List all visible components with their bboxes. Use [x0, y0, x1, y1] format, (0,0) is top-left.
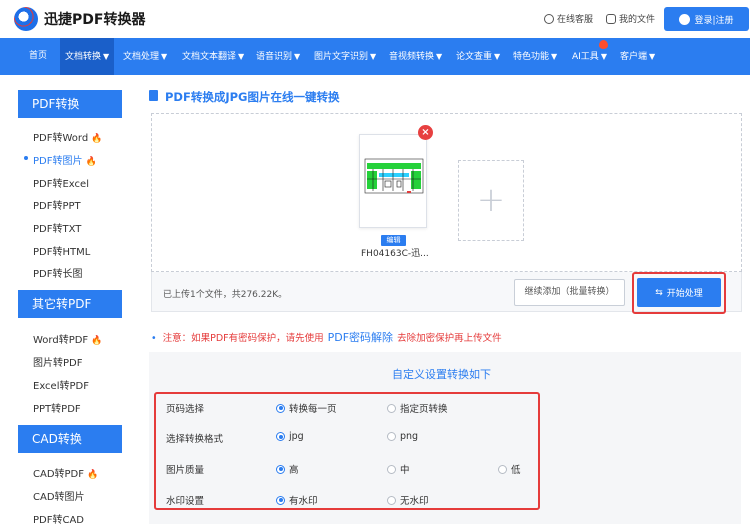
- settings-highlight: [154, 392, 540, 510]
- pdf-unlock-link[interactable]: PDF密码解除: [328, 331, 393, 344]
- chevron-down-icon: ▼: [370, 52, 377, 61]
- fire-icon: 🔥: [87, 470, 99, 480]
- remove-file-button[interactable]: ×: [418, 125, 433, 140]
- nav-doc-convert[interactable]: 文档转换 ▼: [60, 38, 115, 75]
- start-process-button[interactable]: ⇆ 开始处理: [637, 278, 721, 307]
- nav-doc-translate[interactable]: 文档文本翻译 ▼: [182, 38, 244, 75]
- sidebar-item-excel-pdf[interactable]: Excel转PDF: [33, 377, 89, 392]
- document-icon: [149, 90, 158, 101]
- file-name: FH04163C-迅...: [361, 249, 429, 259]
- radio-jpg[interactable]: jpg: [276, 431, 304, 442]
- fire-icon: 🔥: [91, 134, 103, 144]
- sidebar-item-pdf-image[interactable]: PDF转图片 🔥: [33, 152, 97, 167]
- radio-selected-icon: [276, 432, 285, 441]
- sidebar-item-pdf-excel[interactable]: PDF转Excel: [33, 175, 89, 190]
- login-label: 登录|注册: [694, 15, 734, 26]
- sidebar-item-word-pdf[interactable]: Word转PDF 🔥: [33, 331, 102, 346]
- continue-add-button[interactable]: 继续添加（批量转换）: [514, 279, 625, 306]
- nav-client[interactable]: 客户端 ▼: [620, 38, 655, 75]
- login-button[interactable]: 登录|注册: [664, 7, 749, 31]
- upload-status: 已上传1个文件，共276.22K。: [163, 290, 288, 300]
- edit-file-button[interactable]: 编辑: [381, 235, 406, 246]
- sidebar-item-pdf-html[interactable]: PDF转HTML: [33, 243, 90, 258]
- main-nav: 首页 文档转换 ▼ 文档处理 ▼ 文档文本翻译 ▼ 语音识别 ▼ 图片文字识别 ▼ 音视频…: [0, 38, 750, 86]
- fire-icon: 🔥: [91, 336, 103, 346]
- radio-quality-medium[interactable]: 中: [387, 462, 410, 476]
- sidebar-section-to-pdf: 其它转PDF: [18, 290, 122, 318]
- radio-selected-icon: [276, 464, 285, 474]
- radio-png[interactable]: png: [387, 431, 418, 442]
- upload-drop-zone[interactable]: [151, 113, 742, 272]
- quality-label: 图片质量: [166, 465, 205, 476]
- radio-selected-icon: [276, 403, 285, 413]
- chevron-down-icon: ▼: [551, 52, 558, 61]
- radio-with-watermark[interactable]: 有水印: [276, 493, 318, 507]
- logo-icon: [14, 7, 38, 31]
- sidebar-item-pdf-longimage[interactable]: PDF转长图: [33, 265, 82, 280]
- fire-icon: 🔥: [85, 157, 97, 167]
- plus-icon: +: [476, 180, 506, 220]
- start-process-label: 开始处理: [666, 289, 703, 299]
- chevron-down-icon: ▼: [161, 52, 168, 61]
- chevron-down-icon: ▼: [436, 52, 443, 61]
- customer-service-link[interactable]: 在线客服: [544, 12, 593, 25]
- headset-icon: [544, 13, 554, 24]
- my-files-label: 我的文件: [619, 15, 656, 25]
- brand-name: 迅捷PDF转换器: [44, 12, 146, 28]
- sidebar-item-pdf-ppt[interactable]: PDF转PPT: [33, 197, 81, 212]
- radio-selected-icon: [276, 495, 285, 505]
- radio-specific-pages[interactable]: 指定页转换: [387, 401, 448, 415]
- file-icon: [606, 13, 616, 24]
- radio-no-watermark[interactable]: 无水印: [387, 493, 429, 507]
- password-notice: • 注意：如果PDF有密码保护，请先使用 PDF密码解除 去除加密保护再上传文件: [151, 331, 502, 344]
- format-label: 选择转换格式: [166, 434, 224, 445]
- fire-icon: [599, 40, 608, 49]
- chevron-down-icon: ▼: [494, 52, 501, 61]
- radio-empty-icon: [387, 495, 396, 505]
- sidebar-section-pdf-convert: PDF转换: [18, 90, 122, 118]
- sidebar-item-image-pdf[interactable]: 图片转PDF: [33, 354, 82, 369]
- sidebar-item-ppt-pdf[interactable]: PPT转PDF: [33, 400, 81, 415]
- sidebar-item-pdf-txt[interactable]: PDF转TXT: [33, 220, 81, 235]
- settings-title: 自定义设置转换如下: [392, 368, 491, 381]
- nav-features[interactable]: 特色功能 ▼: [513, 38, 557, 75]
- radio-empty-icon: [387, 432, 396, 441]
- top-bar: 迅捷PDF转换器 在线客服 我的文件 登录|注册: [0, 0, 750, 38]
- notice-bullet: •: [151, 333, 157, 344]
- current-indicator: [24, 156, 28, 160]
- radio-empty-icon: [387, 403, 396, 413]
- nav-doc-process[interactable]: 文档处理 ▼: [123, 38, 167, 75]
- radio-convert-every-page[interactable]: 转换每一页: [276, 401, 337, 415]
- radio-empty-icon: [498, 464, 507, 474]
- sidebar-section-cad: CAD转换: [18, 425, 122, 453]
- brand-logo[interactable]: 迅捷PDF转换器: [14, 7, 145, 31]
- page-title: PDF转换成JPG图片在线一键转换: [165, 90, 340, 104]
- radio-quality-low[interactable]: 低: [498, 462, 521, 476]
- my-files-link[interactable]: 我的文件: [606, 12, 655, 25]
- convert-icon: ⇆: [655, 287, 663, 298]
- sidebar-item-cad-image[interactable]: CAD转图片: [33, 488, 85, 503]
- customer-service-label: 在线客服: [557, 15, 594, 25]
- nav-plagiarism[interactable]: 论文查重 ▼: [456, 38, 500, 75]
- chevron-down-icon: ▼: [294, 52, 301, 61]
- sidebar-item-pdf-word[interactable]: PDF转Word 🔥: [33, 129, 102, 144]
- nav-home[interactable]: 首页: [29, 38, 47, 75]
- file-thumbnail[interactable]: [359, 134, 427, 228]
- radio-empty-icon: [387, 464, 396, 474]
- nav-ocr[interactable]: 图片文字识别 ▼: [314, 38, 376, 75]
- chevron-down-icon: ▼: [103, 52, 110, 61]
- sidebar-item-cad-pdf[interactable]: CAD转PDF 🔥: [33, 465, 98, 480]
- add-file-button[interactable]: +: [458, 160, 524, 241]
- watermark-label: 水印设置: [166, 496, 205, 507]
- radio-quality-high[interactable]: 高: [276, 462, 299, 476]
- chevron-down-icon: ▼: [238, 52, 245, 61]
- nav-av-convert[interactable]: 音视频转换 ▼: [389, 38, 442, 75]
- page-select-label: 页码选择: [166, 404, 205, 415]
- cad-preview-image: [364, 158, 424, 194]
- sidebar-item-pdf-cad[interactable]: PDF转CAD: [33, 511, 84, 526]
- nav-speech[interactable]: 语音识别 ▼: [256, 38, 300, 75]
- chevron-down-icon: ▼: [649, 52, 656, 61]
- user-icon: [679, 13, 691, 25]
